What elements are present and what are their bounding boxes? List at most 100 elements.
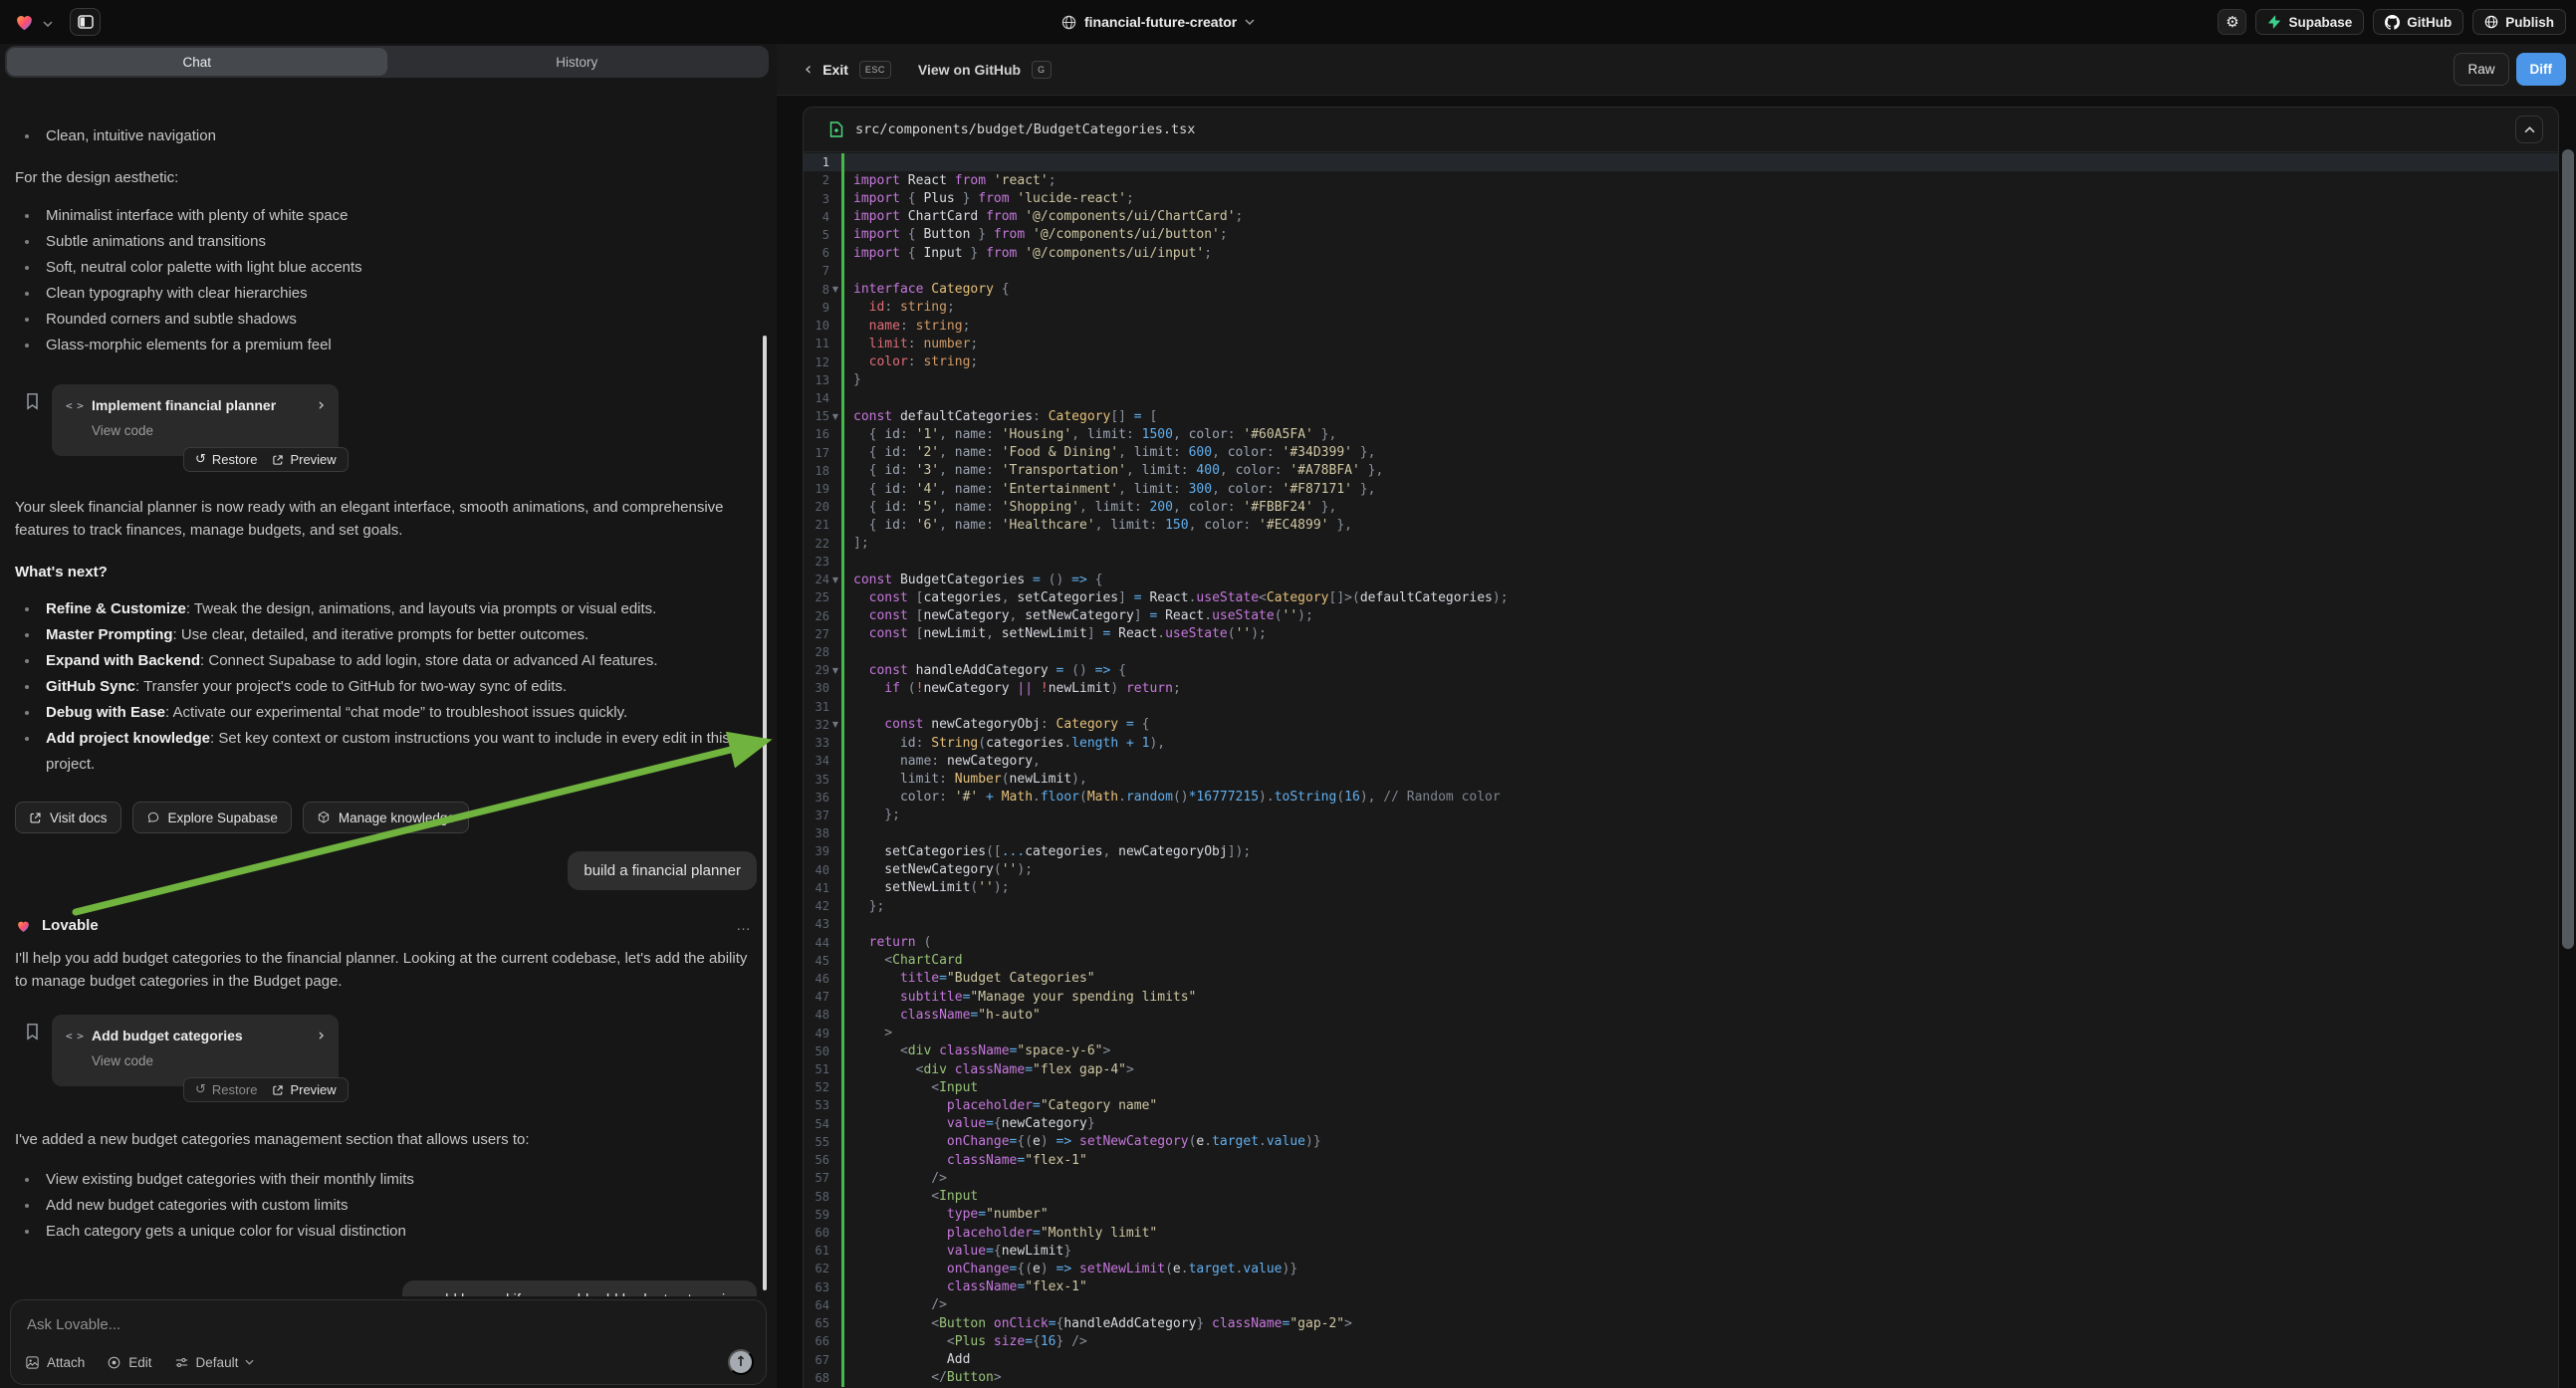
lovable-logo-heart-icon[interactable]	[13, 11, 36, 33]
added-features-list: View existing budget categories with the…	[15, 1167, 757, 1245]
edit-mode-button[interactable]: Edit	[107, 1355, 151, 1370]
code-line: 65 <Button onClick={handleAddCategory} c…	[804, 1314, 2558, 1332]
line-number: 51	[804, 1062, 829, 1076]
file-added-icon	[829, 121, 843, 137]
preview-button[interactable]: Preview	[272, 1082, 336, 1097]
code-line: 7	[804, 262, 2558, 280]
code-line: 55 onChange={(e) => setNewCategory(e.tar…	[804, 1133, 2558, 1151]
code-line: 1	[804, 153, 2558, 171]
list-item: GitHub Sync: Transfer your project's cod…	[25, 674, 742, 700]
code-line: 54 value={newCategory}	[804, 1115, 2558, 1133]
code-line: 3import { Plus } from 'lucide-react';	[804, 189, 2558, 207]
fold-caret-icon[interactable]: ▼	[829, 576, 841, 584]
attach-button[interactable]: Attach	[25, 1355, 85, 1370]
code-viewer-panel: ‹ Exit ESC View on GitHub G Raw Diff src…	[777, 44, 2576, 1388]
restore-button[interactable]: ↺Restore	[195, 1082, 257, 1097]
bookmark-icon[interactable]	[25, 392, 40, 410]
line-number: 46	[804, 972, 829, 986]
code-line: 49 >	[804, 1025, 2558, 1042]
code-text: import React from 'react';	[844, 173, 1056, 188]
code-text: };	[844, 808, 900, 822]
package-icon	[317, 810, 331, 824]
restore-icon: ↺	[195, 1082, 206, 1097]
version-card[interactable]: < > Add budget categories › View code	[52, 1015, 339, 1086]
view-code-link[interactable]: View code	[92, 1053, 325, 1068]
chat-panel: Chat History Clean, intuitive navigation…	[0, 44, 777, 1388]
fold-caret-icon[interactable]: ▼	[829, 720, 841, 729]
line-number: 13	[804, 373, 829, 387]
code-line: 38	[804, 824, 2558, 842]
fold-caret-icon[interactable]: ▼	[829, 412, 841, 421]
line-number: 17	[804, 446, 829, 460]
code-line: 16 { id: '1', name: 'Housing', limit: 15…	[804, 425, 2558, 443]
code-line: 43	[804, 915, 2558, 933]
code-text: title="Budget Categories"	[844, 971, 1095, 986]
code-line: 34 name: newCategory,	[804, 752, 2558, 770]
sidebar-toggle-button[interactable]	[70, 8, 101, 36]
collapse-file-button[interactable]	[2515, 116, 2543, 143]
diff-added-gutter	[841, 262, 844, 280]
line-number: 45	[804, 954, 829, 968]
github-button[interactable]: GitHub	[2373, 9, 2463, 35]
restore-button[interactable]: ↺Restore	[195, 452, 257, 467]
code-line: 50 <div className="space-y-6">	[804, 1042, 2558, 1060]
preview-button[interactable]: Preview	[272, 452, 336, 467]
fold-caret-icon[interactable]: ▼	[829, 666, 841, 675]
tab-history[interactable]: History	[387, 48, 768, 76]
bookmark-icon[interactable]	[25, 1023, 40, 1041]
chat-scroll-area[interactable]: Clean, intuitive navigation For the desi…	[0, 121, 777, 1296]
line-number: 5	[804, 228, 829, 242]
list-item: Clean, intuitive navigation	[25, 123, 742, 149]
chat-scrollbar[interactable]	[763, 336, 767, 1290]
code-line: 2import React from 'react';	[804, 171, 2558, 189]
code-line: 40 setNewCategory('');	[804, 861, 2558, 879]
exit-button[interactable]: Exit	[822, 62, 848, 78]
view-code-link[interactable]: View code	[92, 423, 325, 438]
list-item: Rounded corners and subtle shadows	[25, 307, 742, 333]
code-text: name: string;	[844, 319, 970, 334]
more-options-icon[interactable]: …	[736, 917, 753, 934]
file-path-row[interactable]: src/components/budget/BudgetCategories.t…	[804, 108, 2558, 152]
line-number: 33	[804, 736, 829, 750]
diff-toggle-button[interactable]: Diff	[2516, 53, 2567, 86]
model-selector[interactable]: Default	[174, 1355, 255, 1370]
view-on-github-link[interactable]: View on GitHub	[918, 62, 1021, 78]
design-bullet-list: Minimalist interface with plenty of whit…	[15, 203, 757, 358]
list-item: Add new budget categories with custom li…	[25, 1193, 742, 1219]
code-line: 59 type="number"	[804, 1206, 2558, 1224]
settings-button[interactable]: ⚙	[2218, 9, 2246, 35]
code-text: import { Plus } from 'lucide-react';	[844, 191, 1134, 206]
code-line: 45 <ChartCard	[804, 952, 2558, 970]
project-switcher[interactable]: financial-future-creator	[1061, 0, 1255, 44]
manage-knowledge-button[interactable]: Manage knowledge	[303, 802, 469, 833]
explore-supabase-button[interactable]: Explore Supabase	[132, 802, 292, 833]
chevron-down-icon[interactable]	[43, 21, 53, 27]
supabase-button[interactable]: Supabase	[2255, 9, 2364, 35]
line-number: 38	[804, 826, 829, 840]
line-number: 62	[804, 1262, 829, 1275]
code-line: 51 <div className="flex gap-4">	[804, 1060, 2558, 1078]
code-content[interactable]: 12import React from 'react';3import { Pl…	[804, 152, 2558, 1387]
code-line: 9 id: string;	[804, 299, 2558, 317]
version-card[interactable]: < > Implement financial planner › View c…	[52, 384, 339, 456]
publish-button[interactable]: Publish	[2472, 9, 2566, 35]
raw-toggle-button[interactable]: Raw	[2454, 53, 2508, 86]
line-number: 24	[804, 573, 829, 586]
code-line: 30 if (!newCategory || !newLimit) return…	[804, 679, 2558, 697]
fold-caret-icon[interactable]: ▼	[829, 285, 841, 294]
line-number: 4	[804, 210, 829, 224]
chat-input[interactable]	[27, 1312, 750, 1336]
code-text: const [newLimit, setNewLimit] = React.us…	[844, 626, 1267, 641]
list-item: Minimalist interface with plenty of whit…	[25, 203, 742, 229]
send-button[interactable]: ↑	[728, 1349, 754, 1375]
code-line: 41 setNewLimit('');	[804, 879, 2558, 897]
back-chevron-icon[interactable]: ‹	[805, 59, 812, 80]
code-text: <ChartCard	[844, 953, 963, 968]
visit-docs-button[interactable]: Visit docs	[15, 802, 121, 833]
code-scrollbar[interactable]	[2562, 149, 2574, 949]
tab-chat[interactable]: Chat	[7, 48, 387, 76]
line-number: 64	[804, 1298, 829, 1312]
code-line: 63 className="flex-1"	[804, 1278, 2558, 1296]
code-line: 5import { Button } from '@/components/ui…	[804, 226, 2558, 244]
code-text: const [categories, setCategories] = Reac…	[844, 590, 1509, 605]
